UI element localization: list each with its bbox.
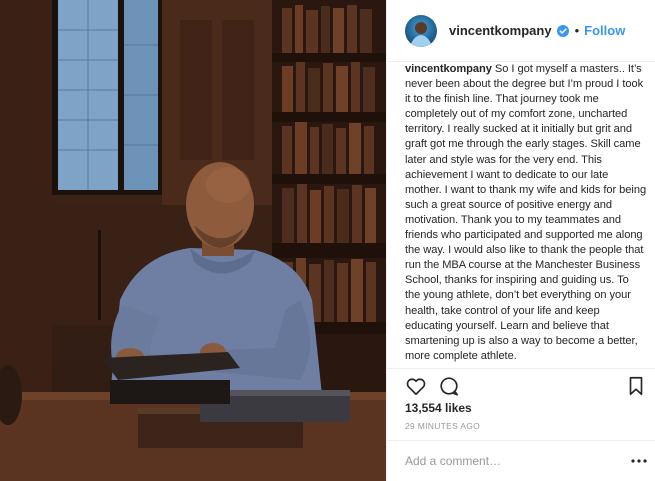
comment-bar	[387, 440, 655, 481]
post-photo[interactable]	[0, 0, 386, 481]
follow-button[interactable]: Follow	[584, 23, 625, 38]
heart-icon[interactable]	[405, 375, 427, 397]
action-bar	[387, 368, 655, 402]
likes-count[interactable]: 13,554 likes	[405, 401, 472, 415]
instagram-post: vincentkompany • Follow vincentkompany S…	[0, 0, 655, 481]
avatar-image	[410, 21, 432, 47]
bookmark-icon[interactable]	[625, 375, 647, 397]
verified-badge-icon	[556, 24, 569, 37]
caption-text: So I got myself a masters.. It’s never b…	[405, 63, 647, 362]
post-header: vincentkompany • Follow	[387, 0, 655, 62]
comment-icon[interactable]	[438, 375, 460, 397]
post-caption: vincentkompany So I got myself a masters…	[405, 62, 647, 367]
caption-username[interactable]: vincentkompany	[405, 63, 492, 75]
username-link[interactable]: vincentkompany	[449, 23, 552, 38]
comment-input[interactable]	[405, 451, 605, 471]
more-options-icon[interactable]	[630, 453, 648, 469]
post-timestamp[interactable]: 29 MINUTES AGO	[405, 421, 480, 431]
photo-illustration	[0, 0, 386, 481]
avatar[interactable]	[405, 14, 437, 47]
separator-dot: •	[574, 23, 580, 38]
post-side-panel: vincentkompany • Follow vincentkompany S…	[386, 0, 655, 481]
caption-paragraph: vincentkompany So I got myself a masters…	[405, 62, 647, 364]
